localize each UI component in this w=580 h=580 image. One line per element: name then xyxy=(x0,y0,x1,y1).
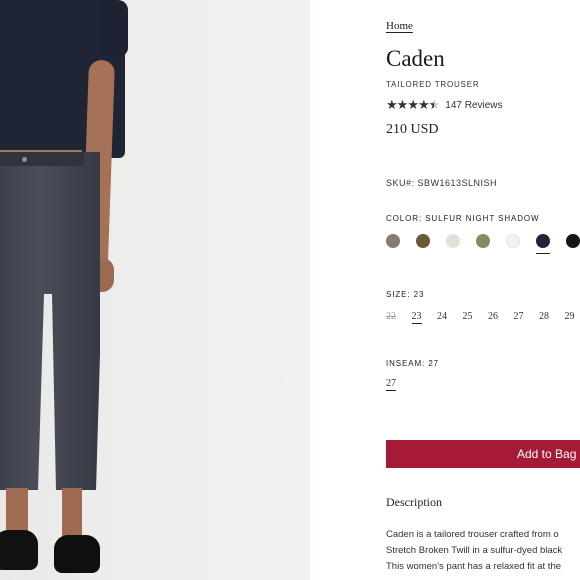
size-option[interactable]: 24 xyxy=(437,311,447,322)
loafer-left xyxy=(0,530,38,570)
loafer-right xyxy=(54,535,100,573)
star-rating-icon: ★★★★★ xyxy=(386,97,441,113)
breadcrumb-home-link[interactable]: Home xyxy=(386,20,413,32)
description-line: Stretch Broken Twill in a sulfur-dyed bl… xyxy=(386,545,563,556)
size-option[interactable]: 29 xyxy=(565,311,575,322)
description-heading: Description xyxy=(386,495,442,509)
color-swatch[interactable] xyxy=(536,234,550,248)
color-swatch[interactable] xyxy=(566,234,580,248)
color-swatch-list xyxy=(386,234,580,258)
model-ankle-right xyxy=(62,488,82,538)
add-to-bag-button[interactable]: Add to Bag xyxy=(386,440,580,468)
size-option[interactable]: 25 xyxy=(463,311,473,322)
size-option[interactable]: 26 xyxy=(488,311,498,322)
model-ankle-left xyxy=(6,488,28,536)
description-line: Caden is a tailored trouser crafted from… xyxy=(386,529,559,540)
color-swatch[interactable] xyxy=(446,234,460,248)
inseam-option[interactable]: 27 xyxy=(386,378,396,391)
model-sleeve xyxy=(100,0,128,56)
color-label: COLOR: SULFUR NIGHT SHADOW xyxy=(386,214,540,223)
model-trousers xyxy=(0,152,100,490)
size-option[interactable]: 23 xyxy=(411,311,422,324)
product-sku: SKU#: SBW1613SLNISH xyxy=(386,178,498,188)
reviews-link[interactable]: 147 Reviews xyxy=(445,100,502,111)
star-icon: ★ xyxy=(386,97,398,112)
description-text: Caden is a tailored trouser crafted from… xyxy=(386,527,580,575)
color-swatch[interactable] xyxy=(506,234,520,248)
selected-swatch-underline xyxy=(536,253,550,254)
star-icon: ★ xyxy=(428,97,441,112)
star-icon: ★ xyxy=(417,97,430,112)
description-line: This women's pant has a relaxed fit at t… xyxy=(386,561,562,572)
product-details: Home Caden TAILORED TROUSER ★★★★★ 147 Re… xyxy=(386,0,580,580)
product-subtitle: TAILORED TROUSER xyxy=(386,80,480,89)
product-photo xyxy=(0,0,310,580)
color-swatch[interactable] xyxy=(476,234,490,248)
star-icon: ★ xyxy=(407,97,419,112)
color-swatch[interactable] xyxy=(386,234,400,248)
trouser-waistband xyxy=(0,152,84,166)
trouser-button xyxy=(22,157,27,162)
product-title: Caden xyxy=(386,46,445,71)
size-option[interactable]: 28 xyxy=(539,311,549,322)
inseam-label: INSEAM: 27 xyxy=(386,359,440,368)
size-label: SIZE: 23 xyxy=(386,290,425,299)
star-icon: ★ xyxy=(396,97,409,112)
size-option[interactable]: 27 xyxy=(514,311,524,322)
rating-summary[interactable]: ★★★★★ 147 Reviews xyxy=(386,97,503,113)
product-price: 210 USD xyxy=(386,122,439,137)
color-swatch[interactable] xyxy=(416,234,430,248)
size-option-list: 22 23 24 25 26 27 28 29 xyxy=(386,311,580,331)
size-option[interactable]: 22 xyxy=(386,311,396,322)
